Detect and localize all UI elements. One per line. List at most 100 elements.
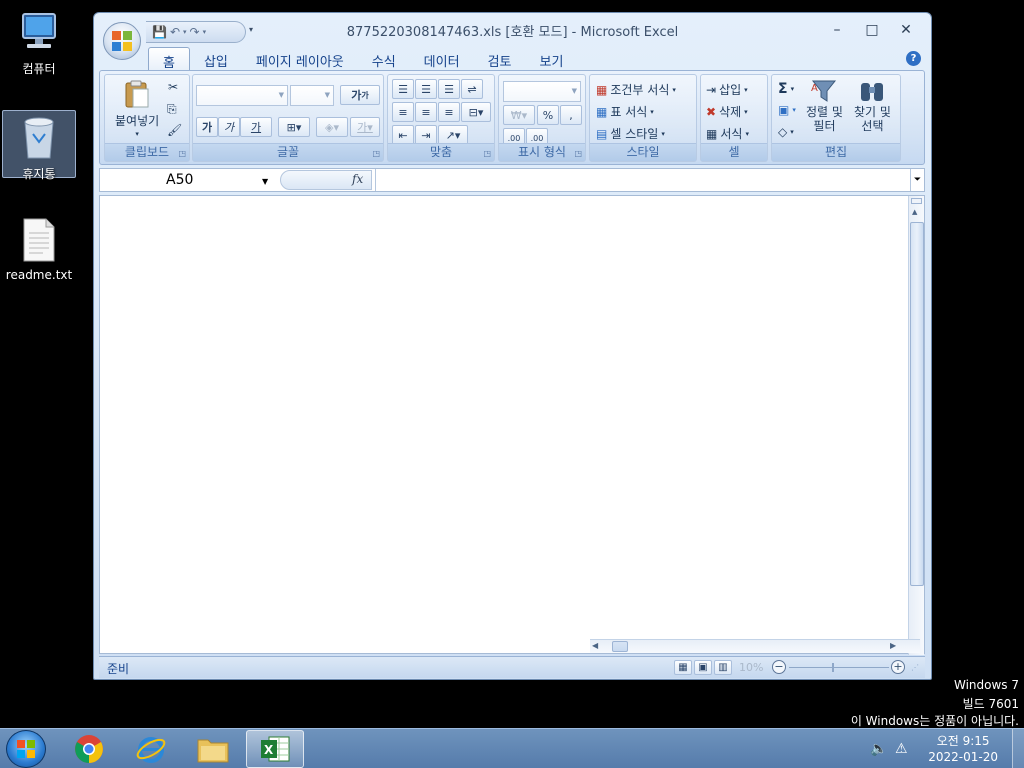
tab-home[interactable]: 홈	[148, 47, 190, 71]
desktop-icon-recycle-bin[interactable]: 휴지통	[2, 110, 76, 181]
font-color-button[interactable]: 가▾	[350, 117, 380, 137]
scroll-right-icon[interactable]: ▶	[890, 641, 896, 650]
zoom-out-icon[interactable]: −	[772, 660, 786, 674]
align-right-icon[interactable]: ≡	[438, 102, 460, 122]
merge-cells-icon[interactable]: ⊟▾	[461, 102, 491, 122]
resize-grip-icon[interactable]: ⋰	[911, 663, 919, 672]
number-format-combo[interactable]: ▼	[503, 81, 581, 102]
copy-icon[interactable]: ⎘	[167, 102, 177, 117]
group-label: 클립보드	[105, 143, 189, 161]
vertical-scroll-thumb[interactable]	[910, 222, 924, 586]
maximize-button[interactable]: □	[857, 19, 887, 41]
conditional-formatting-button[interactable]: ▦ 조건부 서식 ▾	[596, 81, 676, 98]
paste-dropdown-icon[interactable]: ▾	[135, 130, 139, 138]
tab-view[interactable]: 보기	[525, 47, 577, 70]
align-bottom-icon[interactable]: ☰	[438, 79, 460, 99]
taskbar-internet-explorer[interactable]	[122, 730, 180, 768]
tray-clock[interactable]: 오전 9:15 2022-01-20	[928, 733, 998, 765]
fill-color-button[interactable]: ◈▾	[316, 117, 348, 137]
clear-button[interactable]: ◇ ▾	[778, 125, 794, 139]
format-painter-icon[interactable]: 🖌	[167, 123, 182, 137]
cut-icon[interactable]: ✂	[168, 80, 178, 94]
vertical-scrollbar[interactable]: ▲ ▼	[908, 196, 924, 655]
sort-filter-label-1: 정렬 및	[806, 105, 843, 119]
align-middle-icon[interactable]: ☰	[415, 79, 437, 99]
undo-dropdown-icon[interactable]: ▾	[183, 28, 187, 36]
insert-cells-button[interactable]: ⇥ 삽입 ▾	[706, 81, 748, 98]
group-label: 글꼴	[193, 143, 383, 161]
scroll-up-icon[interactable]: ▲	[912, 208, 917, 216]
tab-insert[interactable]: 삽입	[190, 47, 242, 70]
horizontal-scroll-thumb[interactable]	[612, 641, 628, 652]
save-icon[interactable]: 💾	[152, 25, 167, 39]
font-size-combo[interactable]: ▼	[290, 85, 334, 106]
currency-button[interactable]: ₩ ▾	[503, 105, 535, 125]
name-box[interactable]: A50	[100, 169, 276, 191]
wrap-text-icon[interactable]: ⇌	[461, 79, 483, 99]
percent-button[interactable]: %	[537, 105, 559, 125]
formula-input[interactable]	[375, 169, 910, 191]
expand-formula-bar-icon[interactable]: ⏷	[910, 169, 924, 191]
network-icon[interactable]: ⚠	[895, 741, 908, 757]
horizontal-scrollbar[interactable]: ◀ ▶	[590, 639, 920, 653]
tab-data[interactable]: 데이터	[410, 47, 474, 70]
autosum-button[interactable]: Σ ▾	[778, 81, 794, 97]
minimize-button[interactable]: –	[822, 19, 852, 41]
decrease-indent-icon[interactable]: ⇤	[392, 125, 414, 145]
help-icon[interactable]: ?	[906, 51, 921, 66]
tab-page-layout[interactable]: 페이지 레이아웃	[242, 47, 358, 70]
align-center-icon[interactable]: ≡	[415, 102, 437, 122]
paste-button[interactable]: 붙여넣기 ▾	[115, 79, 159, 138]
redo-dropdown-icon[interactable]: ▾	[203, 28, 207, 36]
align-top-icon[interactable]: ☰	[392, 79, 414, 99]
dialog-launcher-icon[interactable]: ◳	[178, 149, 186, 158]
format-as-table-button[interactable]: ▦ 표 서식 ▾	[596, 103, 654, 120]
cell-styles-button[interactable]: ▤ 셀 스타일 ▾	[596, 125, 665, 142]
start-button[interactable]	[6, 730, 46, 768]
scroll-left-icon[interactable]: ◀	[592, 641, 598, 650]
bold-button[interactable]: 가	[196, 117, 218, 137]
split-box[interactable]	[911, 198, 922, 204]
desktop-icon-readme[interactable]: readme.txt	[2, 216, 76, 286]
fill-button[interactable]: ▣ ▾	[778, 103, 796, 117]
zoom-slider[interactable]	[789, 667, 889, 668]
borders-button[interactable]: ⊞▾	[278, 117, 310, 137]
redo-icon[interactable]: ↷	[190, 25, 200, 39]
zoom-level[interactable]: 10%	[739, 661, 763, 674]
taskbar-chrome[interactable]	[60, 730, 118, 768]
desktop-icon-computer[interactable]: 컴퓨터	[4, 8, 74, 78]
comma-button[interactable]: ,	[560, 105, 582, 125]
delete-cells-button[interactable]: ✖ 삭제 ▾	[706, 103, 748, 120]
name-box-dropdown-icon[interactable]: ▼	[262, 177, 268, 186]
increase-indent-icon[interactable]: ⇥	[415, 125, 437, 145]
font-name-combo[interactable]: ▼	[196, 85, 288, 106]
underline-button[interactable]: 가	[240, 117, 272, 137]
insert-function-button[interactable]: fx	[352, 172, 363, 186]
close-button[interactable]: ✕	[891, 19, 921, 41]
taskbar: X 🔈 ⚠ 오전 9:15 2022-01-20	[0, 728, 1024, 768]
show-desktop-button[interactable]	[1012, 729, 1024, 768]
orientation-icon[interactable]: ↗▾	[438, 125, 468, 145]
page-break-view-icon[interactable]: ▥	[714, 660, 732, 675]
dialog-launcher-icon[interactable]: ◳	[372, 149, 380, 158]
align-left-icon[interactable]: ≡	[392, 102, 414, 122]
worksheet-area[interactable]: ▲ ▼ ◀ ▶	[99, 195, 925, 655]
dialog-launcher-icon[interactable]: ◳	[483, 149, 491, 158]
italic-button[interactable]: 가	[218, 117, 240, 137]
volume-icon[interactable]: 🔈	[870, 741, 887, 757]
customize-qat-icon[interactable]: ▾	[249, 25, 253, 34]
format-cells-button[interactable]: ▦ 서식 ▾	[706, 125, 749, 142]
page-layout-view-icon[interactable]: ▣	[694, 660, 712, 675]
find-select-button[interactable]: 찾기 및 선택	[854, 77, 891, 133]
normal-view-icon[interactable]: ▦	[674, 660, 692, 675]
tab-formulas[interactable]: 수식	[358, 47, 410, 70]
taskbar-excel[interactable]: X	[246, 730, 304, 768]
zoom-in-icon[interactable]: +	[891, 660, 905, 674]
undo-icon[interactable]: ↶	[170, 25, 180, 39]
sort-filter-button[interactable]: A 정렬 및 필터	[806, 77, 843, 133]
dialog-launcher-icon[interactable]: ◳	[574, 149, 582, 158]
office-button[interactable]	[103, 22, 141, 60]
tab-review[interactable]: 검토	[474, 47, 526, 70]
taskbar-explorer[interactable]	[184, 730, 242, 768]
grow-font-button[interactable]: 가가	[340, 85, 380, 105]
